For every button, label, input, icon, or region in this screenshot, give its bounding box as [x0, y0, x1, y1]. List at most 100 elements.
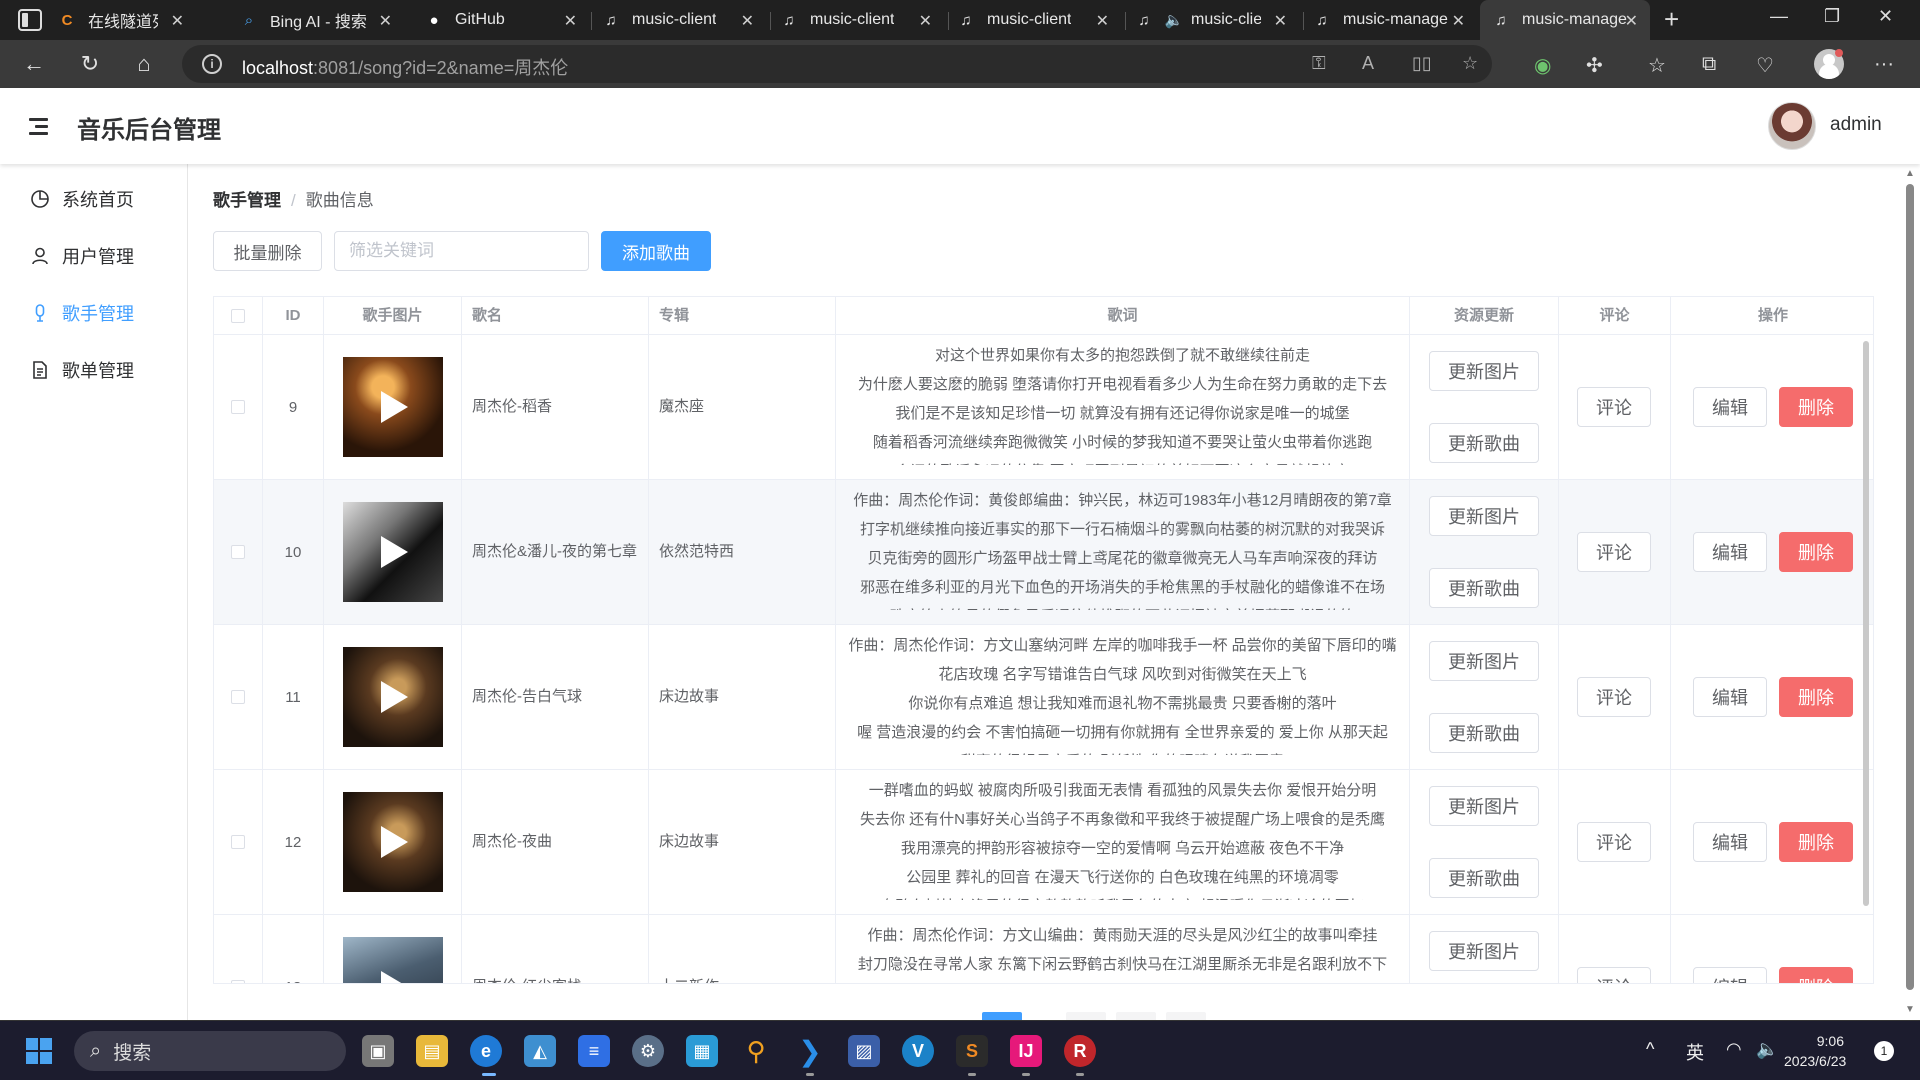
row-checkbox[interactable] — [231, 835, 245, 849]
song-cover[interactable] — [342, 647, 443, 747]
edit-button[interactable]: 编辑 — [1693, 532, 1767, 572]
sublime-icon[interactable]: S — [956, 1035, 988, 1067]
avatar[interactable] — [1768, 102, 1816, 150]
taskbar-search[interactable]: ⌕ 搜索 — [74, 1031, 346, 1071]
lyric-text[interactable]: 作曲：周杰伦作词：方文山编曲：黄雨勋天涯的尽头是风沙红尘的故事叫牵挂 封刀隐没在寻… — [844, 921, 1401, 983]
delete-button[interactable]: 删除 — [1779, 967, 1853, 983]
ime-indicator[interactable]: 英 — [1686, 1039, 1704, 1065]
photos-icon[interactable]: ◭ — [524, 1035, 556, 1067]
row-checkbox[interactable] — [231, 690, 245, 704]
batch-delete-button[interactable]: 批量删除 — [213, 231, 322, 271]
add-song-button[interactable]: 添加歌曲 — [601, 231, 711, 271]
close-icon[interactable]: ✕ — [919, 11, 932, 31]
browser-tab[interactable]: ♫ 🔈 music-clie ✕ — [1135, 0, 1299, 40]
song-cover[interactable] — [342, 937, 443, 983]
network-app-icon[interactable]: ▨ — [848, 1035, 880, 1067]
wifi-icon[interactable]: ◠ — [1726, 1039, 1742, 1060]
play-icon[interactable] — [380, 826, 408, 858]
breadcrumb-parent[interactable]: 歌手管理 — [213, 191, 281, 210]
url-text[interactable]: localhost:8081/song?id=2&name=周杰伦 — [242, 54, 568, 80]
notification-badge[interactable]: 1 — [1874, 1041, 1894, 1061]
scroll-down-icon[interactable]: ▼ — [1905, 1004, 1915, 1015]
update-image-button[interactable]: 更新图片 — [1429, 351, 1539, 391]
update-image-button[interactable]: 更新图片 — [1429, 931, 1539, 971]
scroll-up-icon[interactable]: ▲ — [1905, 168, 1915, 179]
update-image-button[interactable]: 更新图片 — [1429, 641, 1539, 681]
address-bar[interactable]: i localhost:8081/song?id=2&name=周杰伦 ⚿ A … — [182, 45, 1492, 83]
vuetify-icon[interactable]: V — [902, 1035, 934, 1067]
comment-button[interactable]: 评论 — [1577, 967, 1651, 983]
page-scrollbar[interactable]: ▲ ▼ — [1900, 164, 1920, 1020]
song-cover[interactable] — [342, 357, 443, 457]
read-aloud-icon[interactable]: A — [1362, 53, 1374, 74]
close-icon[interactable]: ✕ — [1625, 11, 1638, 31]
lyric-text[interactable]: 作曲：周杰伦作词：方文山塞纳河畔 左岸的咖啡我手一杯 品尝你的美留下唇印的嘴 花店… — [844, 631, 1401, 755]
sidebar-item-users[interactable]: 用户管理 — [0, 228, 188, 284]
delete-button[interactable]: 删除 — [1779, 532, 1853, 572]
close-icon[interactable]: ✕ — [741, 11, 754, 31]
song-cover[interactable] — [342, 792, 443, 892]
monitor-icon[interactable]: ▦ — [686, 1035, 718, 1067]
page-scrollbar-thumb[interactable] — [1906, 184, 1914, 990]
key-icon[interactable]: ⚿ — [1312, 53, 1326, 74]
close-icon[interactable]: ✕ — [1452, 11, 1465, 31]
update-song-button[interactable]: 更新歌曲 — [1429, 713, 1539, 753]
collections-icon[interactable]: ⧉ — [1702, 53, 1716, 76]
browser-tab[interactable]: C 在线隧道列表 ✕ — [58, 0, 196, 40]
browser-tab[interactable]: ♫ music-client ✕ — [602, 0, 766, 40]
file-explorer-icon[interactable]: ▤ — [416, 1035, 448, 1067]
delete-button[interactable]: 删除 — [1779, 677, 1853, 717]
close-icon[interactable]: ✕ — [564, 11, 577, 31]
delete-button[interactable]: 删除 — [1779, 387, 1853, 427]
edge-browser-icon[interactable]: e — [470, 1035, 502, 1067]
settings-icon[interactable]: ⚙ — [632, 1035, 664, 1067]
comment-button[interactable]: 评论 — [1577, 822, 1651, 862]
lyric-text[interactable]: 对这个世界如果你有太多的抱怨跌倒了就不敢继续往前走 为什麽人要这麽的脆弱 堕落请你… — [844, 341, 1401, 465]
search-app-icon[interactable]: ⚲ — [740, 1035, 772, 1067]
intellij-icon[interactable]: IJ — [1010, 1035, 1042, 1067]
home-icon[interactable]: ⌂ — [128, 48, 160, 80]
lyric-text[interactable]: 作曲：周杰伦作词：黄俊郎编曲：钟兴民，林迈可1983年小巷12月晴朗夜的第7章打… — [844, 486, 1401, 610]
row-checkbox[interactable] — [231, 400, 245, 414]
favorites-icon[interactable]: ☆ — [1648, 53, 1666, 78]
maximize-icon[interactable]: ❐ — [1824, 6, 1840, 27]
windows-start-icon[interactable] — [26, 1038, 52, 1064]
select-all-checkbox[interactable] — [231, 309, 245, 324]
refresh-icon[interactable]: ↻ — [74, 48, 106, 80]
site-info-icon[interactable]: i — [202, 54, 222, 74]
extension-icon[interactable]: ◉ — [1534, 53, 1551, 78]
close-icon[interactable]: ✕ — [171, 11, 184, 31]
update-song-button[interactable]: 更新歌曲 — [1429, 858, 1539, 898]
docs-icon[interactable]: ≡ — [578, 1035, 610, 1067]
redis-icon[interactable]: R — [1064, 1035, 1096, 1067]
performance-icon[interactable]: ♡ — [1756, 53, 1774, 78]
update-song-button[interactable]: 更新歌曲 — [1429, 568, 1539, 608]
browser-tab[interactable]: ● GitHub ✕ — [425, 0, 589, 40]
more-icon[interactable]: ··· — [1874, 53, 1894, 76]
vscode-icon[interactable]: ❯ — [794, 1035, 826, 1067]
browser-tab[interactable]: ♫ music-client ✕ — [780, 0, 944, 40]
song-cover[interactable] — [342, 502, 443, 602]
play-icon[interactable] — [380, 391, 408, 423]
window-close-icon[interactable]: ✕ — [1878, 6, 1893, 27]
new-tab-icon[interactable]: + — [1664, 4, 1679, 35]
sidebar-item-dashboard[interactable]: 系统首页 — [0, 171, 188, 227]
clock[interactable]: 9:06 2023/6/23 — [1784, 1031, 1846, 1071]
tab-actions-icon[interactable] — [18, 9, 42, 31]
speaker-icon[interactable]: 🔈 — [1165, 11, 1184, 29]
back-icon[interactable]: ← — [18, 48, 50, 80]
favorite-star-icon[interactable]: ☆ — [1462, 53, 1478, 74]
menu-toggle-icon[interactable] — [29, 118, 48, 139]
comment-button[interactable]: 评论 — [1577, 387, 1651, 427]
extensions-puzzle-icon[interactable]: ✣ — [1586, 53, 1603, 78]
sidebar-item-singers[interactable]: 歌手管理 — [0, 285, 188, 341]
edit-button[interactable]: 编辑 — [1693, 822, 1767, 862]
browser-tab[interactable]: ♫ music-manage ✕ — [1313, 0, 1477, 40]
play-icon[interactable] — [380, 536, 408, 568]
comment-button[interactable]: 评论 — [1577, 532, 1651, 572]
close-icon[interactable]: ✕ — [379, 11, 392, 31]
browser-tab-active[interactable]: ♫ music-manage ✕ — [1480, 0, 1650, 40]
edit-button[interactable]: 编辑 — [1693, 677, 1767, 717]
username[interactable]: admin — [1830, 114, 1882, 136]
row-checkbox[interactable] — [231, 545, 245, 559]
